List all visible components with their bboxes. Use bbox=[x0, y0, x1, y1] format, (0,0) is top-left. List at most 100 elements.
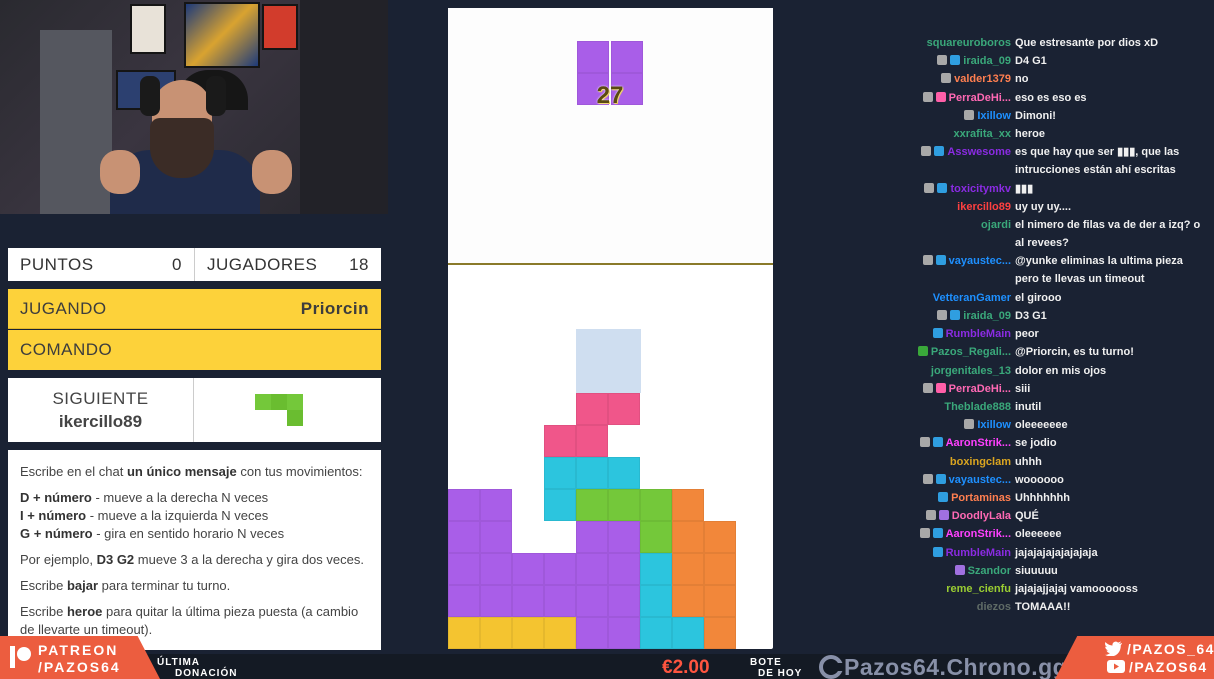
chat-username[interactable]: vayaustec... bbox=[780, 252, 1011, 288]
instructions-panel: Escribe en el chat un único mensaje con … bbox=[8, 450, 381, 650]
mod-badge-icon bbox=[922, 382, 933, 393]
mod-badge-icon bbox=[937, 55, 948, 66]
chat-username[interactable]: xxrafita_xx bbox=[780, 125, 1012, 143]
chat-username[interactable]: diezos bbox=[780, 598, 1011, 616]
chat-text: el nimero de filas va de der a izq? o al… bbox=[1015, 219, 1201, 249]
chat-message: AaronStrik... oleeeeee bbox=[780, 525, 1214, 543]
chat-username[interactable]: reme_cienfu bbox=[780, 580, 1011, 598]
chat-message: Theblade888 inutil bbox=[780, 398, 1214, 416]
players-label: JUGADORES bbox=[207, 254, 318, 274]
chat-text: eso es eso es bbox=[1015, 91, 1087, 104]
chat-text: D4 G1 bbox=[1015, 55, 1047, 68]
board-cell bbox=[640, 585, 672, 617]
next-player-panel: SIGUIENTE ikercillo89 bbox=[8, 378, 381, 442]
board-cell bbox=[576, 585, 608, 617]
board-cell bbox=[640, 521, 672, 553]
twitter-handle: /PAZOS_64 bbox=[1127, 641, 1214, 657]
chat-username[interactable]: PerraDeHi... bbox=[780, 89, 1011, 107]
chat-message: vayaustec... woooooo bbox=[780, 471, 1214, 489]
board-cell bbox=[544, 457, 576, 489]
chat-message: Ixillow Dimoni! bbox=[780, 107, 1214, 125]
chat-text: el girooo bbox=[1015, 291, 1062, 304]
board-cell bbox=[480, 617, 512, 649]
chat-username[interactable]: VetteranGamer bbox=[780, 289, 1011, 307]
chat-message: Portaminas Uhhhhhhh bbox=[780, 489, 1214, 507]
board-cell bbox=[608, 457, 640, 489]
sub-badge-icon bbox=[932, 546, 943, 557]
board-cell bbox=[448, 585, 480, 617]
board-cell bbox=[672, 489, 704, 521]
points-stat: PUNTOS 0 bbox=[8, 248, 194, 281]
chat-text: uhhh bbox=[1015, 455, 1042, 468]
chat-username[interactable]: ojardi bbox=[780, 216, 1011, 252]
chat-message: iraida_09 D4 G1 bbox=[780, 52, 1214, 70]
patreon-handle: /PAZOS64 bbox=[38, 659, 121, 675]
chat-username[interactable]: Ixillow bbox=[780, 107, 1011, 125]
mod-badge-icon bbox=[919, 437, 930, 448]
chat-username[interactable]: jorgenitales_13 bbox=[780, 362, 1011, 380]
sub-badge-icon bbox=[932, 528, 943, 539]
chat-username[interactable]: AaronStrik... bbox=[780, 525, 1011, 543]
sub-badge-icon bbox=[950, 55, 961, 66]
social-banner[interactable]: /PAZOS_64 /PAZOS64 bbox=[1055, 636, 1214, 679]
chat-username[interactable]: Asswesome bbox=[780, 143, 1011, 179]
command-row: COMANDO bbox=[8, 330, 381, 370]
chat-message: valder1379 no bbox=[780, 70, 1214, 88]
sub-badge-icon bbox=[932, 328, 943, 339]
chat-username[interactable]: Szandor bbox=[780, 562, 1011, 580]
board-cell bbox=[512, 553, 544, 585]
points-value: 0 bbox=[172, 254, 182, 274]
chat-username[interactable]: ikercillo89 bbox=[780, 198, 1011, 216]
chat-username[interactable]: squareuroboros bbox=[780, 34, 1011, 52]
chat-text: dolor en mis ojos bbox=[1015, 364, 1107, 377]
chat-username[interactable]: Pazos_Regali... bbox=[780, 343, 1011, 361]
board-cell bbox=[608, 521, 640, 553]
chat-username[interactable]: iraida_09 bbox=[780, 52, 1011, 70]
board-cell bbox=[704, 553, 736, 585]
turn-countdown: 27 bbox=[596, 82, 624, 109]
mod-badge-icon bbox=[937, 310, 948, 320]
chat-username[interactable]: RumbleMain bbox=[780, 544, 1011, 562]
chat-text: inutil bbox=[1015, 401, 1042, 413]
chat-text: Dimoni! bbox=[1015, 109, 1056, 122]
chat-username[interactable]: PerraDeHi... bbox=[780, 380, 1011, 398]
chat-username[interactable]: toxicitymkv bbox=[780, 180, 1011, 198]
chat-message: squareuroboros Que estresante por dios xD bbox=[780, 34, 1214, 52]
chat-text: QUÉ bbox=[1015, 510, 1039, 523]
chat-username[interactable]: Theblade888 bbox=[780, 398, 1011, 416]
chat-username[interactable]: AaronStrik... bbox=[780, 434, 1011, 452]
board-cell bbox=[512, 585, 544, 617]
next-piece-cell bbox=[271, 394, 287, 410]
chat-message: Asswesome es que hay que ser ▮▮▮, que las… bbox=[780, 143, 1214, 179]
gem-badge-icon bbox=[954, 564, 965, 575]
chat-username[interactable]: Ixillow bbox=[780, 416, 1011, 434]
chat-text: es que hay que ser ▮▮▮, que las intrucci… bbox=[1015, 146, 1180, 177]
chat-username[interactable]: valder1379 bbox=[780, 70, 1011, 88]
chrono-link[interactable]: Pazos64.Chrono.gg bbox=[818, 654, 1067, 679]
board-cell bbox=[544, 425, 576, 457]
board-cell bbox=[704, 585, 736, 617]
chat-text: oleeeeeee bbox=[1015, 419, 1068, 432]
chrono-icon bbox=[819, 655, 844, 679]
board-cell bbox=[608, 585, 640, 617]
playing-user: Priorcin bbox=[300, 298, 369, 318]
patreon-banner[interactable]: PATREON /PAZOS64 bbox=[0, 636, 160, 679]
chat-username[interactable]: boxingclam bbox=[780, 453, 1011, 471]
instr-intro: Escribe en el chat un único mensaje con … bbox=[20, 464, 363, 479]
chat-message: RumbleMain peor bbox=[780, 325, 1214, 343]
twitter-icon bbox=[1105, 641, 1122, 656]
playing-row: JUGANDO Priorcin bbox=[8, 289, 381, 329]
sub-badge-icon bbox=[935, 255, 946, 266]
chat-username[interactable]: Portaminas bbox=[780, 489, 1011, 507]
sub-badge-icon bbox=[938, 492, 949, 502]
chat-username[interactable]: RumbleMain bbox=[780, 325, 1011, 343]
board-cell bbox=[480, 489, 512, 521]
board-cell bbox=[608, 617, 640, 649]
chat-text: TOMAAA!! bbox=[1015, 601, 1071, 614]
chat-username[interactable]: vayaustec... bbox=[780, 471, 1011, 489]
chat-username[interactable]: DoodlyLala bbox=[780, 507, 1011, 525]
mod-badge-icon bbox=[964, 419, 975, 430]
chat-username[interactable]: iraida_09 bbox=[780, 307, 1011, 325]
chat-message: xxrafita_xx heroe bbox=[780, 125, 1214, 143]
playing-label: JUGANDO bbox=[20, 298, 107, 318]
